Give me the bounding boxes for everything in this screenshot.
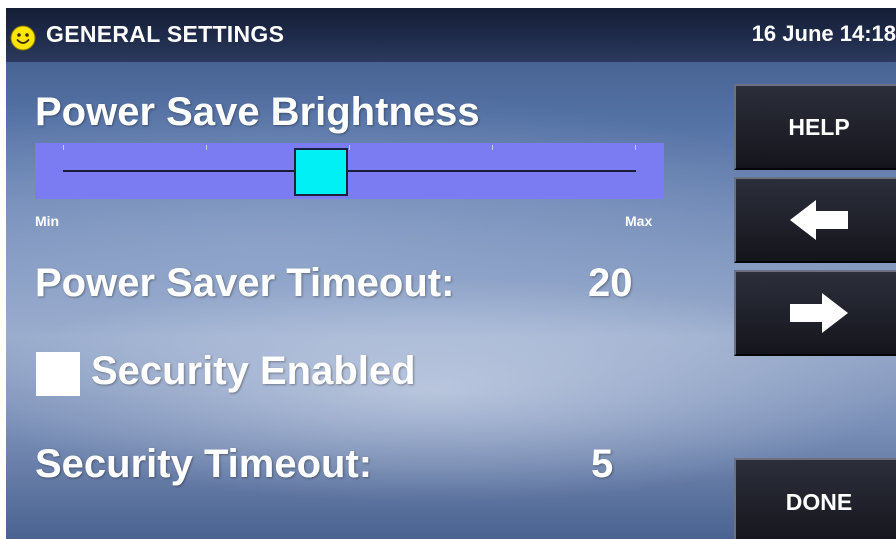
help-button-label: HELP <box>788 113 850 140</box>
slider-tick <box>635 145 636 150</box>
security-timeout-value[interactable]: 5 <box>591 442 613 487</box>
arrow-right-icon <box>790 293 848 333</box>
power-saver-timeout-label: Power Saver Timeout: <box>35 261 455 305</box>
slider-max-label: Max <box>625 213 653 229</box>
security-enabled-label: Security Enabled <box>91 349 416 393</box>
slider-min-label: Min <box>35 213 60 229</box>
page-title: GENERAL SETTINGS <box>46 21 285 47</box>
forward-button[interactable] <box>734 270 896 356</box>
slider-tick <box>63 145 64 150</box>
security-enabled-checkbox[interactable] <box>36 352 80 396</box>
brightness-label: Power Save Brightness <box>35 90 480 134</box>
slider-tick <box>206 145 207 150</box>
done-button-label: DONE <box>785 489 853 515</box>
slider-tick <box>492 145 493 150</box>
slider-thumb[interactable] <box>293 148 348 196</box>
slider-track <box>63 170 636 172</box>
slider-tick <box>349 145 350 150</box>
device-screen: GENERAL SETTINGS 16 June 14:18 Power Sav… <box>6 8 896 539</box>
power-saver-timeout-value[interactable]: 20 <box>588 261 633 306</box>
arrow-left-icon <box>790 200 848 240</box>
help-button[interactable]: HELP <box>734 84 896 170</box>
security-timeout-label: Security Timeout: <box>35 442 373 486</box>
title-bar: GENERAL SETTINGS 16 June 14:18 <box>6 8 896 62</box>
back-button[interactable] <box>734 177 896 263</box>
done-button[interactable]: DONE <box>734 458 896 539</box>
date-time-display: 16 June 14:18 <box>751 21 896 46</box>
brightness-slider[interactable] <box>35 143 664 199</box>
smiley-face-icon <box>10 25 36 51</box>
